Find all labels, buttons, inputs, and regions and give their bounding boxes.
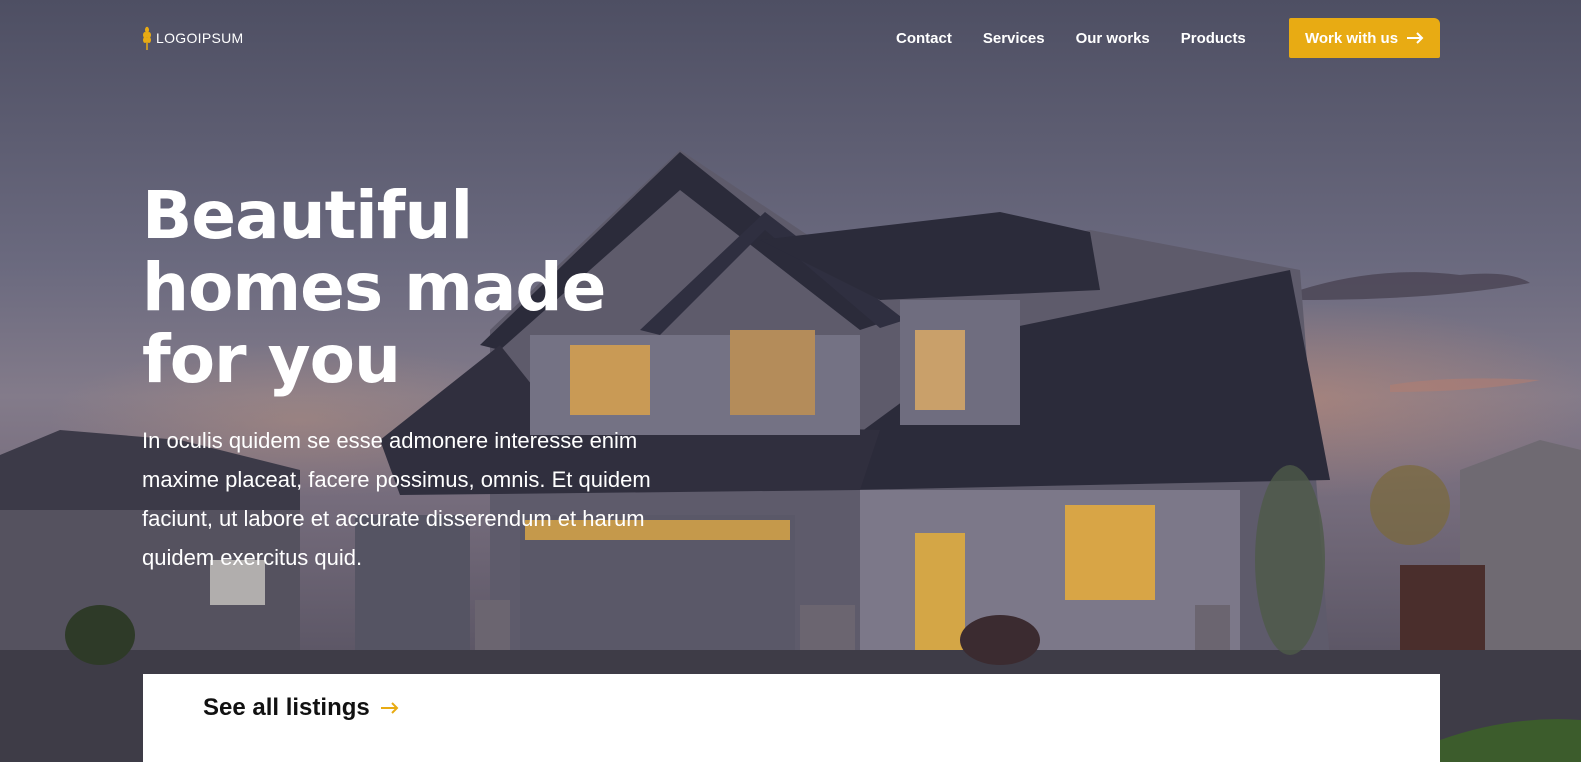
work-with-us-button[interactable]: Work with us — [1289, 18, 1440, 58]
hero-headline: Beautiful homes made for you — [142, 180, 662, 396]
nav-link-products[interactable]: Products — [1181, 30, 1246, 47]
main-nav: Contact Services Our works Products — [896, 30, 1246, 47]
wheat-icon — [143, 26, 151, 50]
hero-headline-line-1: Beautiful — [142, 177, 473, 254]
hero-headline-line-2: homes made — [142, 249, 606, 326]
site-header: LOGOIPSUM Contact Services Our works Pro… — [0, 0, 1581, 78]
hero-headline-line-3: for you — [142, 321, 401, 398]
nav-link-contact[interactable]: Contact — [896, 30, 952, 47]
see-all-listings-link[interactable]: See all listings — [203, 694, 400, 722]
logo-text: LOGOIPSUM — [156, 30, 244, 46]
arrow-right-icon — [1407, 32, 1424, 44]
work-with-us-label: Work with us — [1304, 29, 1399, 47]
logo[interactable]: LOGOIPSUM — [142, 26, 244, 50]
nav-link-services[interactable]: Services — [983, 30, 1045, 47]
see-all-listings-label: See all listings — [203, 694, 370, 721]
arrow-right-icon — [380, 702, 399, 714]
nav-link-our-works[interactable]: Our works — [1076, 30, 1150, 47]
listings-card: See all listings — [143, 674, 1440, 762]
hero-description: In oculis quidem se esse admonere intere… — [142, 428, 651, 570]
